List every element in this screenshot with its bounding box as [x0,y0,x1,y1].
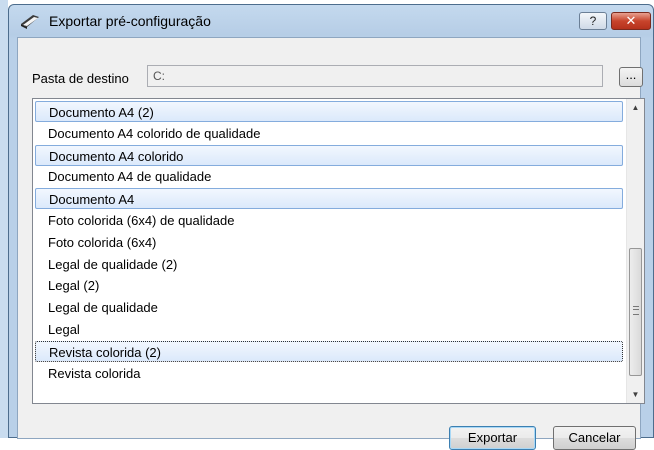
destination-folder-field[interactable]: C: [147,65,603,87]
grip-icon [633,306,639,315]
browse-button[interactable]: ... [619,67,643,87]
scroll-up-arrow-icon[interactable]: ▲ [627,99,644,116]
preset-list-item[interactable]: Revista colorida (2) [35,340,623,362]
preset-list-item[interactable]: Documento A4 colorido de qualidade [35,123,623,144]
preset-list-item[interactable]: Documento A4 [35,188,623,210]
export-button[interactable]: Exportar [449,426,536,450]
close-button[interactable]: ✕ [611,12,651,30]
preset-list-item[interactable]: Foto colorida (6x4) [35,232,623,253]
vertical-scrollbar[interactable]: ▲ ▼ [626,99,644,403]
scroll-down-arrow-icon[interactable]: ▼ [627,386,644,403]
scanner-icon [21,15,39,29]
cancel-button[interactable]: Cancelar [553,426,636,450]
preset-list-item[interactable]: Legal de qualidade [35,297,623,318]
preset-list-item[interactable]: Revista colorida [35,363,623,384]
preset-list-item[interactable]: Foto colorida (6x4) de qualidade [35,210,623,231]
destination-label: Pasta de destino [32,71,129,86]
preset-list-item[interactable]: Documento A4 (2) [35,101,623,122]
background-window-edge [0,0,8,438]
preset-list-item[interactable]: Legal de qualidade (2) [35,254,623,275]
help-button[interactable]: ? [579,12,607,30]
preset-list-item[interactable]: Documento A4 de qualidade [35,166,623,187]
scrollbar-thumb[interactable] [629,248,642,376]
dialog-title: Exportar pré-configuração [49,13,211,29]
preset-list-item[interactable]: Legal [35,319,623,340]
dialog-body: Pasta de destino C: ... Documento A4 (2)… [17,37,645,450]
preset-list-item[interactable]: Documento A4 colorido [35,144,623,166]
title-bar[interactable]: Exportar pré-configuração ? ✕ [9,5,653,37]
preset-list[interactable]: Documento A4 (2) Documento A4 colorido de… [32,98,645,404]
export-preset-dialog: Exportar pré-configuração ? ✕ Pasta de d… [8,4,654,450]
preset-list-item[interactable]: Legal (2) [35,275,623,296]
